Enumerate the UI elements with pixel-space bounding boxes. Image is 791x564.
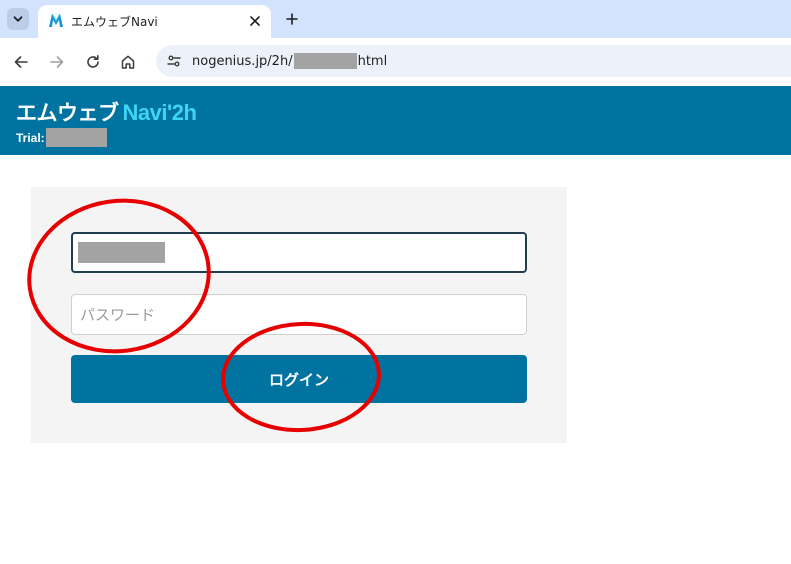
trial-label: Trial: bbox=[16, 130, 45, 145]
url-text: nogenius.jp/2h/ html bbox=[192, 53, 387, 69]
tune-icon bbox=[167, 55, 181, 67]
redacted-url-segment bbox=[293, 53, 357, 69]
plus-icon bbox=[286, 13, 298, 25]
address-bar[interactable]: nogenius.jp/2h/ html bbox=[156, 45, 791, 77]
close-icon bbox=[250, 16, 260, 26]
redacted-trial-value bbox=[45, 128, 107, 147]
user-id-field[interactable] bbox=[71, 232, 527, 273]
brand-main: エムウェブ bbox=[16, 101, 119, 125]
reload-button[interactable] bbox=[81, 50, 105, 74]
home-icon bbox=[121, 55, 135, 69]
tab-close-button[interactable] bbox=[247, 13, 263, 29]
app-header: エムウェブ Navi'2h Trial: bbox=[0, 86, 791, 155]
tab-title: エムウェブNavi bbox=[71, 15, 158, 29]
brand-navi: Navi'2h bbox=[122, 100, 197, 125]
login-panel: ログイン bbox=[31, 187, 567, 443]
trial-info: Trial: bbox=[16, 128, 107, 147]
browser-toolbar: nogenius.jp/2h/ html bbox=[0, 38, 791, 86]
site-info-button[interactable] bbox=[164, 51, 184, 71]
tab-search-button[interactable] bbox=[7, 8, 29, 30]
reload-icon bbox=[87, 55, 99, 68]
arrow-left-icon bbox=[14, 56, 28, 68]
chevron-down-icon bbox=[13, 16, 23, 22]
browser-tab-strip: エムウェブNavi bbox=[0, 0, 791, 38]
password-field-wrapper bbox=[71, 294, 527, 335]
new-tab-button[interactable] bbox=[282, 9, 302, 29]
arrow-right-icon bbox=[50, 56, 64, 68]
forward-button[interactable] bbox=[45, 50, 69, 74]
password-field[interactable] bbox=[72, 295, 526, 334]
login-button[interactable]: ログイン bbox=[71, 355, 527, 403]
url-prefix: nogenius.jp/2h/ bbox=[192, 53, 293, 69]
mweb-logo-icon bbox=[49, 13, 63, 27]
redacted-user-id-value bbox=[78, 242, 165, 263]
home-button[interactable] bbox=[116, 50, 140, 74]
url-suffix: html bbox=[357, 53, 388, 69]
back-button[interactable] bbox=[9, 50, 33, 74]
browser-tab[interactable]: エムウェブNavi bbox=[38, 5, 271, 38]
brand-logo: エムウェブ Navi'2h bbox=[16, 97, 197, 127]
